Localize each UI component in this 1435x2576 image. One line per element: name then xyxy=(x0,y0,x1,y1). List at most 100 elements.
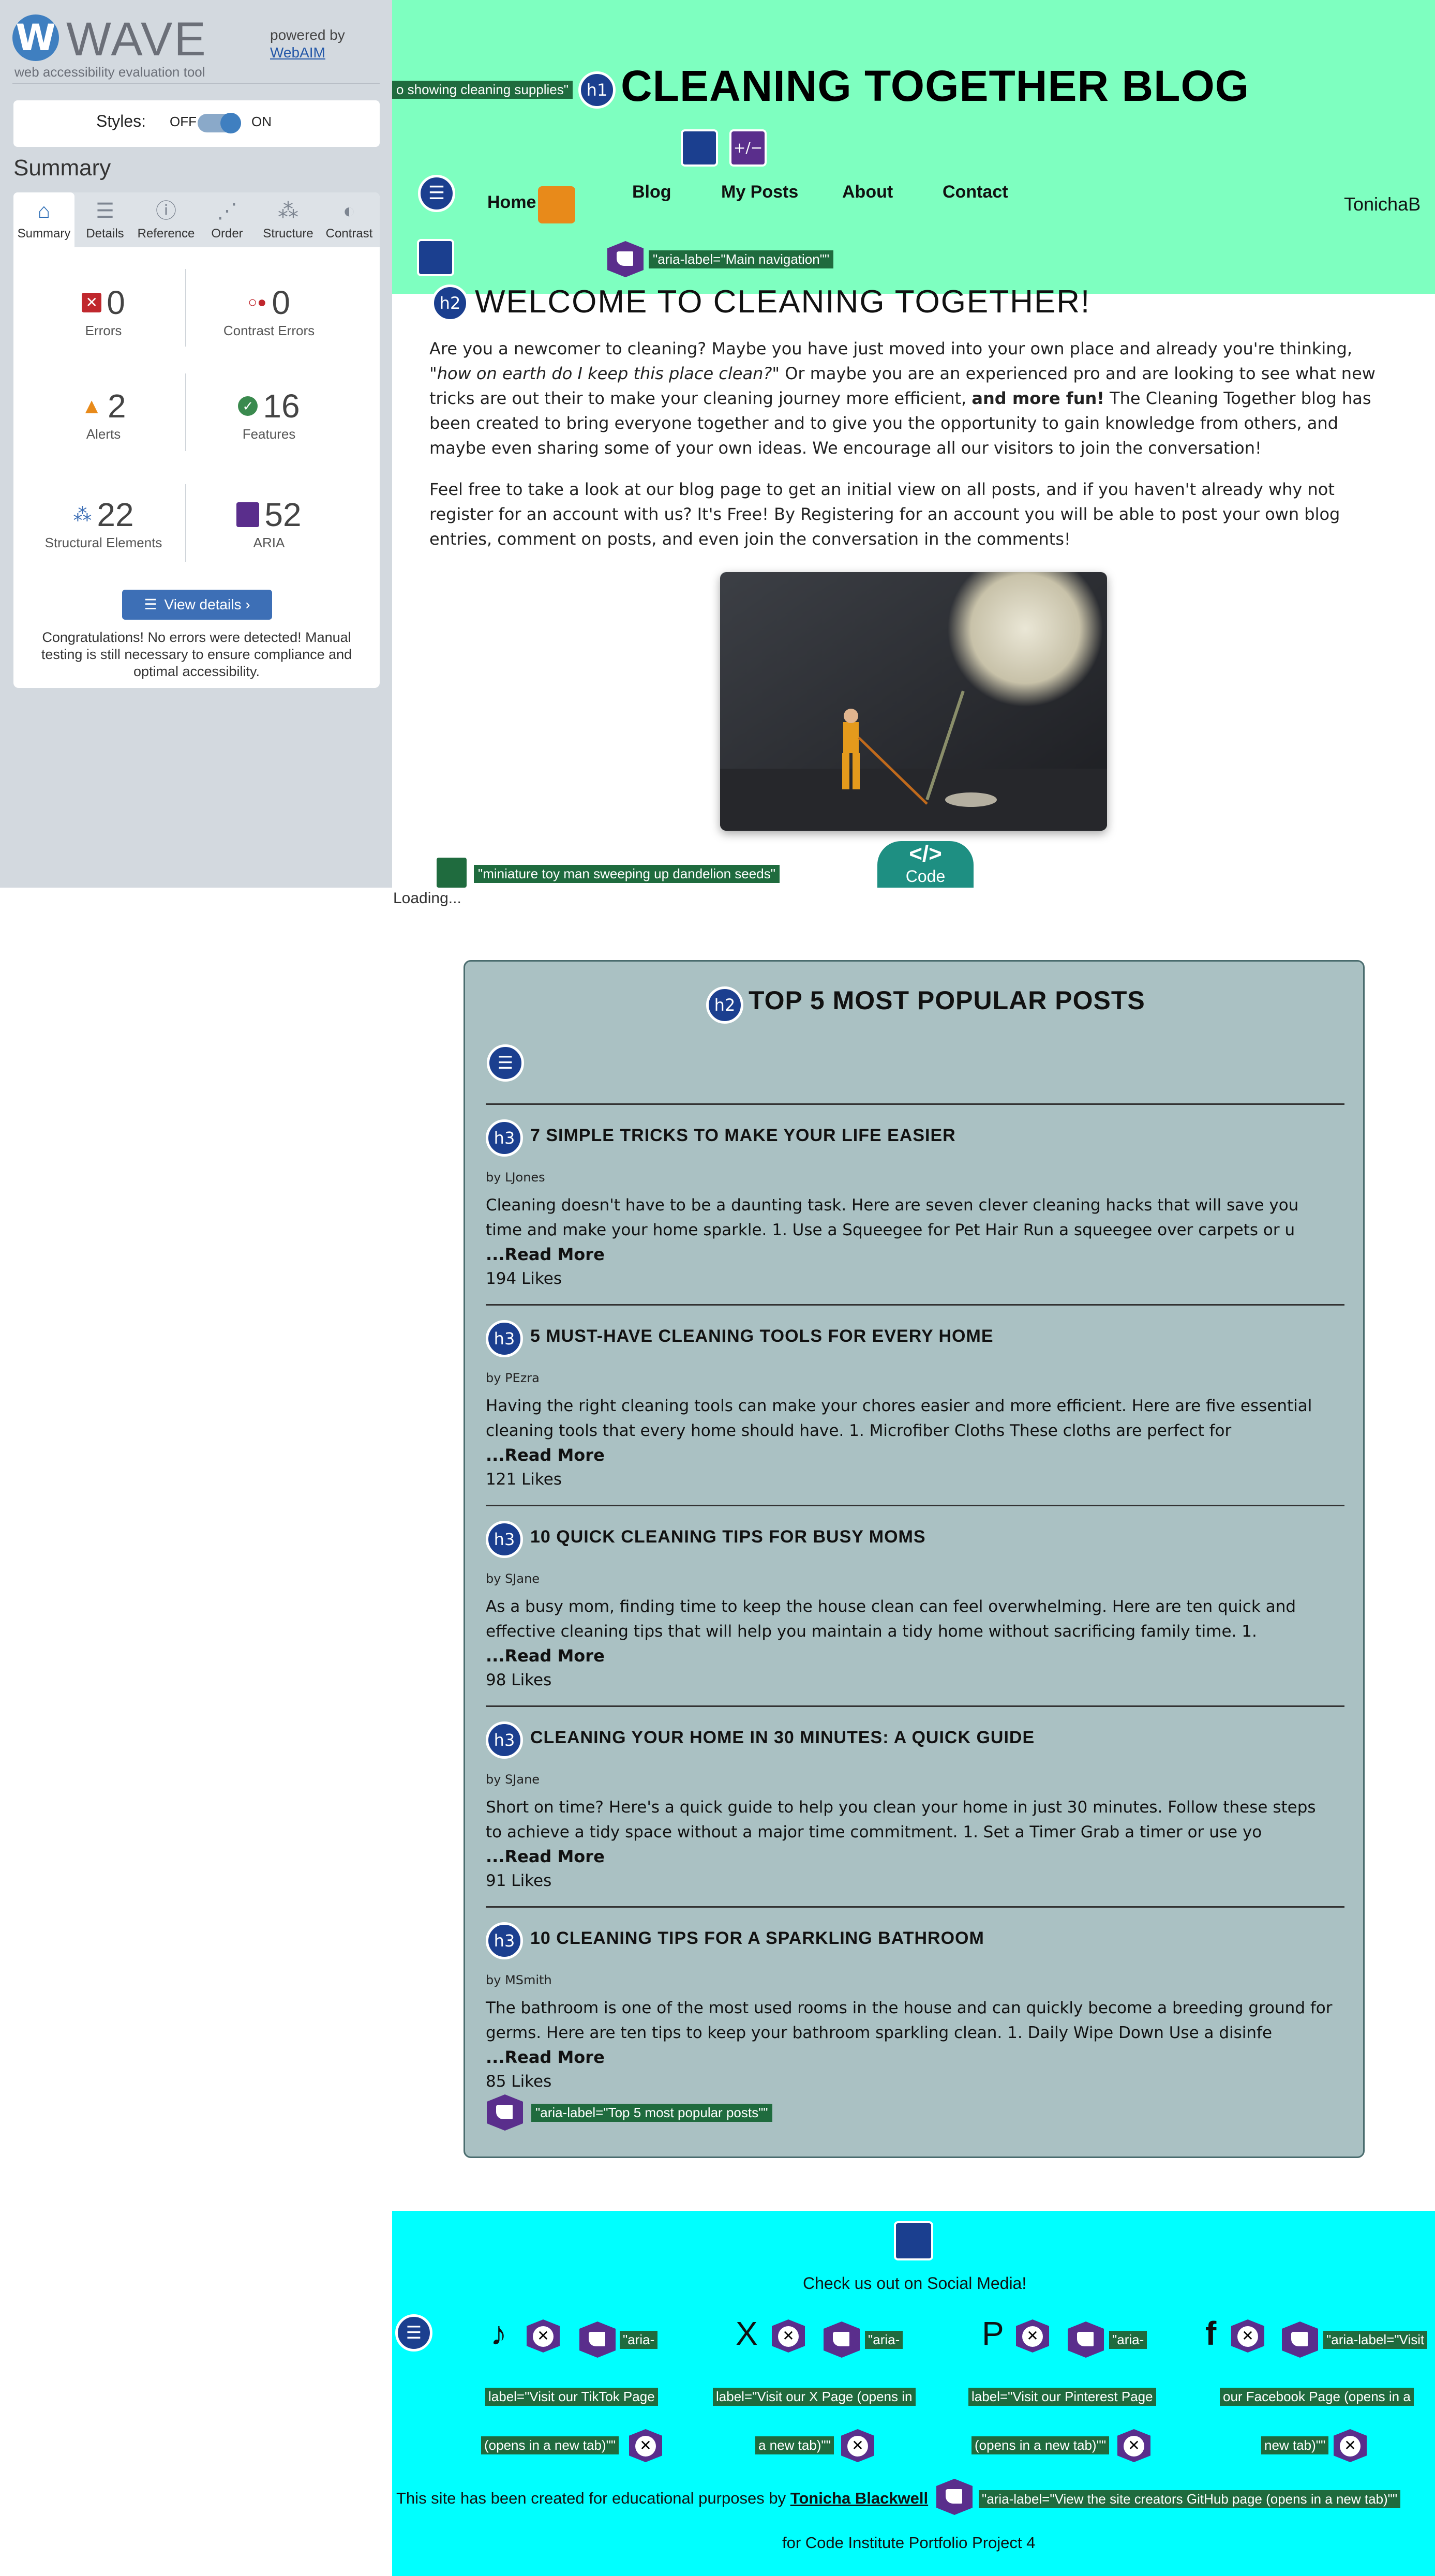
portfolio-note: for Code Institute Portfolio Project 4 xyxy=(782,2534,1036,2552)
wave-brand: WAVE xyxy=(66,13,207,66)
alert-icon: ▲ xyxy=(81,394,102,418)
list-icon: ☰ xyxy=(487,1044,524,1082)
aria-tag-icon xyxy=(1068,2322,1104,2358)
error-icon: ✕ xyxy=(82,293,102,312)
tab-details[interactable]: ☰ Details xyxy=(74,192,136,247)
aria-label: ARIA xyxy=(253,535,285,550)
pinterest-icon[interactable]: P xyxy=(982,2314,1004,2353)
contrast-count: 0 xyxy=(272,284,290,321)
errors-count: 0 xyxy=(107,284,125,321)
broken-link-icon: ✕ xyxy=(1117,2429,1150,2462)
broken-link-icon: ✕ xyxy=(1231,2319,1264,2353)
x-icon[interactable]: X xyxy=(736,2314,758,2353)
list-icon: ☰ xyxy=(144,596,157,612)
post-title[interactable]: CLEANING YOUR HOME IN 30 MINUTES: A QUIC… xyxy=(530,1728,1035,1748)
tab-label: Details xyxy=(86,227,124,241)
code-button[interactable]: </> Code xyxy=(877,841,974,888)
tab-label: Summary xyxy=(17,227,71,241)
facebook-icon[interactable]: f xyxy=(1205,2314,1216,2353)
styles-toggle[interactable] xyxy=(198,113,241,133)
read-more-link[interactable]: ...Read More xyxy=(486,1646,605,1666)
styles-off-label: OFF xyxy=(170,114,197,129)
h1-badge-icon: h1 xyxy=(578,71,616,109)
social-aria-tag: label="Visit our TikTok Page xyxy=(485,2388,658,2406)
broken-link-icon: ✕ xyxy=(1334,2429,1367,2462)
nav-home[interactable]: Home xyxy=(487,192,536,213)
tab-contrast[interactable]: ◐ Contrast xyxy=(319,192,380,247)
home-icon: ⌂ xyxy=(37,200,51,222)
nav-my-posts[interactable]: My Posts xyxy=(721,182,798,202)
h3-badge-icon: h3 xyxy=(486,1119,523,1157)
intro-paragraph: Are you a newcomer to cleaning? Maybe yo… xyxy=(429,336,1383,460)
structural-label: Structural Elements xyxy=(44,535,162,550)
post-likes: 85 Likes xyxy=(486,2072,552,2091)
social-aria-tag: our Facebook Page (opens in a xyxy=(1220,2388,1414,2406)
image-icon xyxy=(435,856,469,890)
site-header xyxy=(392,0,1435,294)
broken-link-icon: ✕ xyxy=(629,2429,662,2462)
styles-on-label: ON xyxy=(251,114,272,129)
aria-tag-icon xyxy=(487,2094,523,2131)
webaim-link[interactable]: WebAIM xyxy=(270,44,325,61)
author-link[interactable]: Tonicha Blackwell xyxy=(790,2489,928,2507)
tiktok-icon[interactable]: ♪ xyxy=(490,2314,507,2353)
post-title[interactable]: 7 SIMPLE TRICKS TO MAKE YOUR LIFE EASIER xyxy=(530,1126,956,1146)
nav-about[interactable]: About xyxy=(842,182,893,202)
alerts-label: Alerts xyxy=(86,426,121,442)
nav-contact[interactable]: Contact xyxy=(943,182,1008,202)
post-author: by SJane xyxy=(486,1772,540,1787)
view-details-button[interactable]: ☰ View details › xyxy=(122,590,272,620)
stat-aria[interactable]: 52 ARIA xyxy=(197,496,341,551)
broken-link-icon: ✕ xyxy=(1016,2319,1049,2353)
post-title[interactable]: 10 QUICK CLEANING TIPS FOR BUSY MOMS xyxy=(530,1527,926,1547)
tab-label: Contrast xyxy=(325,227,373,241)
popular-posts-section: h2 TOP 5 MOST POPULAR POSTS ☰ h3 7 SIMPL… xyxy=(464,960,1365,2158)
aria-tag-icon xyxy=(607,241,644,277)
post-excerpt: The bathroom is one of the most used roo… xyxy=(486,1999,1333,2042)
popular-aria-tag: "aria-label="Top 5 most popular posts"" xyxy=(531,2104,772,2122)
intro-quote: "how on earth do I keep this place clean… xyxy=(429,364,780,383)
post-excerpt: Having the right cleaning tools can make… xyxy=(486,1397,1312,1440)
aria-tag-icon xyxy=(579,2322,616,2358)
powered-by-label: powered by xyxy=(270,27,345,43)
intro-text: Are you a newcomer to cleaning? Maybe yo… xyxy=(429,339,1353,358)
errors-label: Errors xyxy=(85,323,122,338)
post-likes: 98 Likes xyxy=(486,1671,552,1689)
social-aria-tag: "aria- xyxy=(1109,2331,1147,2349)
read-more-link[interactable]: ...Read More xyxy=(486,1445,605,1465)
aria-tag-icon xyxy=(824,2322,860,2358)
read-more-link[interactable]: ...Read More xyxy=(486,2047,605,2067)
tab-reference[interactable]: ⓘ Reference xyxy=(136,192,197,247)
alerts-count: 2 xyxy=(107,387,126,425)
tab-label: Structure xyxy=(263,227,313,241)
post-card: h3 CLEANING YOUR HOME IN 30 MINUTES: A Q… xyxy=(486,1705,1344,1906)
hero-image xyxy=(720,572,1107,831)
form-icon xyxy=(681,129,718,167)
tab-structure[interactable]: ⁂ Structure xyxy=(258,192,319,247)
tab-summary[interactable]: ⌂ Summary xyxy=(13,192,74,247)
tab-order[interactable]: ⋰ Order xyxy=(197,192,258,247)
read-more-link[interactable]: ...Read More xyxy=(486,1245,605,1264)
h3-badge-icon: h3 xyxy=(486,1721,523,1759)
nav-blog[interactable]: Blog xyxy=(632,182,671,202)
h3-badge-icon: h3 xyxy=(486,1922,523,1959)
aria-icon xyxy=(236,502,260,527)
post-likes: 194 Likes xyxy=(486,1269,562,1288)
stat-features[interactable]: ✓ 16 Features xyxy=(197,387,341,442)
social-aria-tag: a new tab)"" xyxy=(755,2436,834,2454)
summary-heading: Summary xyxy=(13,155,111,181)
alt-text-tag: o showing cleaning supplies" xyxy=(392,81,573,99)
popular-heading: TOP 5 MOST POPULAR POSTS xyxy=(749,986,1145,1015)
post-title[interactable]: 10 CLEANING TIPS FOR A SPARKLING BATHROO… xyxy=(530,1928,984,1949)
expand-icon: +/− xyxy=(729,129,767,167)
read-more-link[interactable]: ...Read More xyxy=(486,1847,605,1866)
social-aria-tag: new tab)"" xyxy=(1261,2436,1329,2454)
stat-contrast[interactable]: ○● 0 Contrast Errors xyxy=(197,283,341,339)
stat-structural[interactable]: ⁂ 22 Structural Elements xyxy=(31,496,176,551)
post-title[interactable]: 5 MUST-HAVE CLEANING TOOLS FOR EVERY HOM… xyxy=(530,1326,994,1346)
stat-alerts[interactable]: ▲ 2 Alerts xyxy=(31,387,176,442)
stat-errors[interactable]: ✕ 0 Errors xyxy=(31,283,176,339)
post-excerpt: Cleaning doesn't have to be a daunting t… xyxy=(486,1196,1299,1239)
image-alt-tag: "miniature toy man sweeping up dandelion… xyxy=(474,865,780,883)
user-name[interactable]: TonichaB xyxy=(1344,193,1421,215)
